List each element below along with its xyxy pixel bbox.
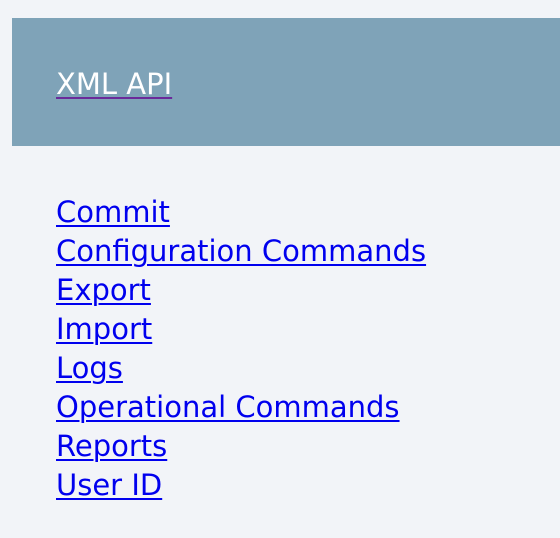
list-item: Import <box>56 310 426 349</box>
xml-api-link[interactable]: XML API <box>56 66 172 102</box>
list-item: Logs <box>56 349 426 388</box>
list-item: Export <box>56 271 426 310</box>
list-item: Operational Commands <box>56 388 426 427</box>
commit-link[interactable]: Commit <box>56 195 170 229</box>
list-item: User ID <box>56 466 426 505</box>
reports-link[interactable]: Reports <box>56 429 167 463</box>
nav-link-list: Commit Configuration Commands Export Imp… <box>56 193 426 505</box>
user-id-link[interactable]: User ID <box>56 468 162 502</box>
import-link[interactable]: Import <box>56 312 152 346</box>
header-banner: XML API <box>12 18 560 146</box>
list-item: Configuration Commands <box>56 232 426 271</box>
operational-commands-link[interactable]: Operational Commands <box>56 390 400 424</box>
list-item: Reports <box>56 427 426 466</box>
export-link[interactable]: Export <box>56 273 151 307</box>
configuration-commands-link[interactable]: Configuration Commands <box>56 234 426 268</box>
logs-link[interactable]: Logs <box>56 351 123 385</box>
list-item: Commit <box>56 193 426 232</box>
